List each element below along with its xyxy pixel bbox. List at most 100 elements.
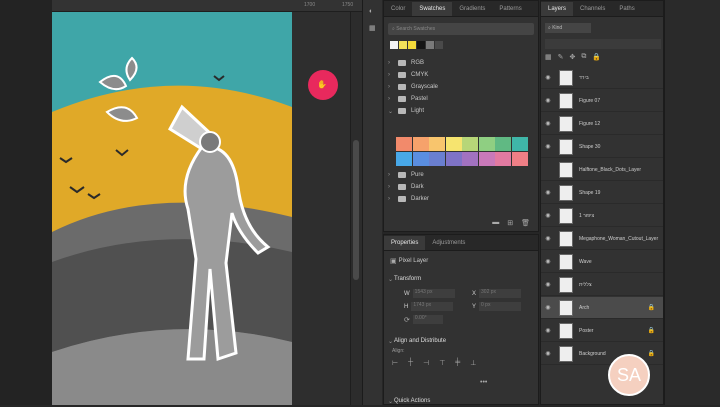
color-swatch[interactable] (462, 152, 478, 166)
visibility-eye-icon[interactable]: ◉ (541, 143, 555, 150)
layer-row[interactable]: ◉ Poster 🔒 (541, 320, 663, 342)
tab-properties[interactable]: Properties (384, 236, 426, 250)
height-field[interactable]: H 1743 px (404, 302, 464, 311)
swatch-group-pure[interactable]: › Pure (384, 169, 538, 181)
visibility-eye-icon[interactable]: ◉ (541, 74, 555, 81)
layer-row[interactable]: ◉ Shape 30 (541, 136, 663, 158)
layer-row[interactable]: Halftone_Black_Dots_Layer (541, 159, 663, 181)
color-swatch[interactable] (396, 152, 412, 166)
recent-swatch[interactable] (435, 41, 443, 49)
swatch-search-input[interactable]: ⌕ Search Swatches (388, 23, 534, 35)
more-options-icon[interactable]: ••• (480, 379, 487, 386)
field-value[interactable]: 0 px (479, 302, 522, 311)
x-field[interactable]: X 302 px (472, 289, 532, 298)
visibility-eye-icon[interactable]: ◉ (541, 304, 555, 311)
field-value[interactable]: 0.00° (412, 315, 443, 324)
lock-all-icon[interactable]: 🔒 (592, 53, 601, 61)
visibility-eye-icon[interactable]: ◉ (541, 97, 555, 104)
color-swatch[interactable] (445, 137, 462, 151)
color-swatch[interactable] (478, 137, 495, 151)
layer-row[interactable]: ◉ צללית (541, 274, 663, 296)
swatches-panel-icon[interactable]: ▦ (369, 24, 376, 32)
layer-row[interactable]: ◉ בירד (541, 67, 663, 89)
scrollbar-thumb[interactable] (353, 140, 359, 280)
visibility-eye-icon[interactable]: ◉ (541, 258, 555, 265)
layer-name[interactable]: Shape 19 (579, 190, 659, 196)
visibility-eye-icon[interactable]: ◉ (541, 235, 555, 242)
layer-row[interactable]: ◉ Arch 🔒 (541, 297, 663, 319)
layer-filter-kind[interactable]: ⌕ Kind (545, 23, 591, 33)
color-swatch[interactable] (462, 137, 478, 151)
swatch-group-grayscale[interactable]: › Grayscale (384, 81, 538, 93)
tab-color[interactable]: Color (384, 6, 412, 16)
align-right-icon[interactable]: ⊣ (423, 359, 429, 367)
tab-layers[interactable]: Layers (541, 2, 574, 16)
recent-swatch[interactable] (399, 41, 407, 49)
new-swatch-icon[interactable]: ⊞ (507, 219, 513, 227)
layer-name[interactable]: Wave (579, 259, 659, 265)
field-value[interactable]: 302 px (479, 289, 522, 298)
recent-swatch[interactable] (426, 41, 434, 49)
tab-swatches[interactable]: Swatches (412, 2, 453, 16)
layer-name[interactable]: Megaphone_Woman_Cutout_Layer (579, 236, 659, 242)
quick-actions-header[interactable]: ⌄ Quick Actions (388, 395, 430, 407)
y-field[interactable]: Y0 px (472, 302, 532, 311)
field-value[interactable]: 1743 px (411, 302, 454, 311)
tab-gradients[interactable]: Gradients (452, 6, 492, 16)
layer-row[interactable]: ◉ Megaphone_Woman_Cutout_Layer (541, 228, 663, 250)
color-swatch[interactable] (429, 137, 445, 151)
swatch-group-darker[interactable]: › Darker (384, 193, 538, 205)
align-bottom-icon[interactable]: ⊥ (470, 359, 476, 367)
visibility-eye-icon[interactable]: ◉ (541, 212, 555, 219)
align-left-icon[interactable]: ⊢ (392, 359, 398, 367)
color-swatch[interactable] (412, 152, 429, 166)
color-swatch[interactable] (511, 137, 528, 151)
visibility-eye-icon[interactable]: ◉ (541, 281, 555, 288)
layer-row[interactable]: ◉ Figure 07 (541, 90, 663, 112)
color-swatch[interactable] (478, 152, 495, 166)
layer-row[interactable]: ◉ Shape 19 (541, 182, 663, 204)
recent-swatch[interactable] (390, 41, 398, 49)
recent-swatch[interactable] (417, 41, 425, 49)
tab-patterns[interactable]: Patterns (492, 6, 528, 16)
visibility-eye-icon[interactable]: ◉ (541, 350, 555, 357)
align-middle-icon[interactable]: ╪ (455, 359, 460, 367)
layer-name[interactable]: Halftone_Black_Dots_Layer (579, 167, 659, 173)
lock-position-icon[interactable]: ✥ (570, 53, 576, 61)
layer-name[interactable]: ציפור 1 (579, 213, 659, 219)
swatch-group-light[interactable]: ⌄ Light (384, 105, 538, 117)
color-swatch[interactable] (429, 152, 445, 166)
color-swatch[interactable] (445, 152, 462, 166)
swatch-group-dark[interactable]: › Dark (384, 181, 538, 193)
tab-paths[interactable]: Paths (612, 6, 641, 16)
swatch-group-cmyk[interactable]: › CMYK (384, 69, 538, 81)
color-swatch[interactable] (495, 137, 511, 151)
field-value[interactable]: 1543 px (412, 289, 455, 298)
layer-name[interactable]: בירד (579, 75, 659, 81)
align-center-icon[interactable]: ┼ (408, 359, 413, 367)
layer-row[interactable]: ◉ Figure 12 (541, 113, 663, 135)
trash-icon[interactable]: 🗑 (521, 219, 530, 227)
swatch-group-pastel[interactable]: › Pastel (384, 93, 538, 105)
align-top-icon[interactable]: ⊤ (439, 359, 445, 367)
transform-section-header[interactable]: ⌄ Transform (384, 273, 538, 285)
new-group-icon[interactable]: ▬ (492, 219, 499, 227)
color-swatch[interactable] (396, 137, 412, 151)
visibility-eye-icon[interactable]: ◉ (541, 120, 555, 127)
recent-swatch[interactable] (408, 41, 416, 49)
layer-name[interactable]: Shape 30 (579, 144, 659, 150)
color-swatch[interactable] (495, 152, 511, 166)
tab-adjustments[interactable]: Adjustments (425, 240, 472, 250)
visibility-eye-icon[interactable]: ◉ (541, 189, 555, 196)
tab-channels[interactable]: Channels (573, 6, 612, 16)
color-swatch[interactable] (412, 137, 429, 151)
visibility-eye-icon[interactable]: ◉ (541, 327, 555, 334)
layer-row[interactable]: ◉ ציפור 1 (541, 205, 663, 227)
layer-row[interactable]: ◉ Wave (541, 251, 663, 273)
lock-pixels-icon[interactable]: ✎ (558, 53, 564, 61)
layer-name[interactable]: Figure 12 (579, 121, 659, 127)
color-swatch[interactable] (511, 152, 528, 166)
lock-artboard-icon[interactable]: ⧉ (581, 53, 586, 61)
swatch-group-rgb[interactable]: › RGB (384, 57, 538, 69)
layer-name[interactable]: Figure 07 (579, 98, 659, 104)
